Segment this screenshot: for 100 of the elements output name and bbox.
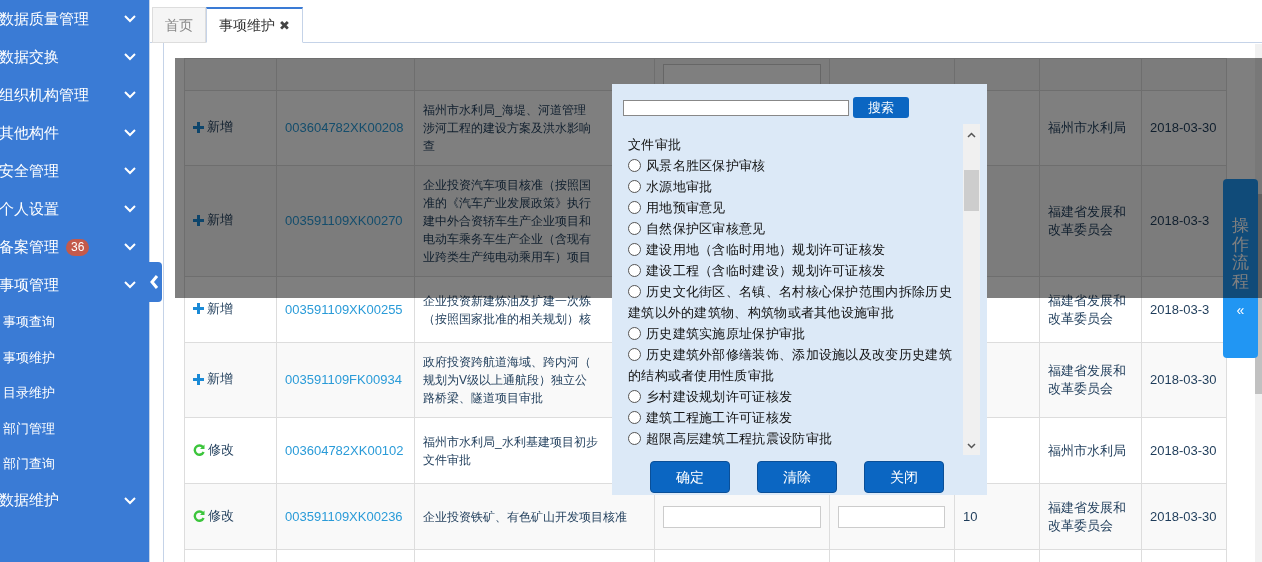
plus-icon bbox=[193, 373, 204, 385]
department-text: 福建省发展和 改革委员会 bbox=[1048, 203, 1127, 239]
chevron-left-icon bbox=[150, 275, 159, 289]
department-text: 福州市水利局 bbox=[1048, 119, 1127, 137]
radio-button[interactable] bbox=[628, 390, 641, 403]
action-link[interactable]: 新增 bbox=[193, 299, 233, 318]
department-text: 福建省发展和 改革委员会 bbox=[1048, 362, 1127, 398]
sidebar-item[interactable]: 其他构件 bbox=[0, 114, 149, 152]
chevron-icon bbox=[124, 15, 136, 23]
radio-option[interactable]: 乡村建设规划许可证核发 bbox=[628, 386, 959, 407]
radio-button[interactable] bbox=[628, 222, 641, 235]
date-text: 2018-03-30 bbox=[1150, 372, 1217, 387]
chevron-icon bbox=[124, 205, 136, 213]
sidebar-item[interactable]: 安全管理 bbox=[0, 152, 149, 190]
item-code-link[interactable]: 003591109XK00270 bbox=[285, 213, 403, 228]
radio-option[interactable]: 水源地审批 bbox=[628, 176, 959, 197]
radio-option[interactable]: 历史建筑外部修缮装饰、添加设施以及改变历史建筑的结构或者使用性质审批 bbox=[628, 344, 959, 386]
search-button[interactable]: 搜索 bbox=[853, 97, 909, 118]
radio-option[interactable]: 历史文化街区、名镇、名村核心保护范围内拆除历史建筑以外的建筑物、构筑物或者其他设施审批 bbox=[628, 281, 959, 323]
tab[interactable]: 首页 bbox=[152, 7, 206, 43]
sidebar-subitem[interactable]: 事项查询 bbox=[0, 304, 149, 340]
item-code-link[interactable]: 003591109FK00934 bbox=[285, 372, 402, 387]
radio-option[interactable]: 建筑工程施工许可证核发 bbox=[628, 407, 959, 428]
date-text: 2018-03-3 bbox=[1150, 213, 1210, 228]
sidebar-subitem[interactable]: 部门管理 bbox=[0, 410, 149, 446]
radio-button[interactable] bbox=[628, 180, 641, 193]
action-link[interactable]: 修改 bbox=[193, 440, 234, 459]
sidebar-item[interactable]: 组织机构管理 bbox=[0, 76, 149, 114]
sidebar-item[interactable]: 数据质量管理 bbox=[0, 0, 149, 38]
item-description: 福州市水利局_海堤、河道管理 涉河工程的建设方案及洪水影响 查 bbox=[423, 102, 591, 155]
chevron-icon bbox=[124, 129, 136, 137]
radio-button[interactable] bbox=[628, 411, 641, 424]
chevron-icon bbox=[124, 243, 136, 251]
sidebar-item[interactable]: 数据交换 bbox=[0, 38, 149, 76]
item-code-link[interactable]: 003604782XK00208 bbox=[285, 120, 404, 135]
option-text: 文件审批 bbox=[628, 136, 683, 154]
radio-option[interactable]: 风景名胜区保护审核 bbox=[628, 155, 959, 176]
dialog-button[interactable]: 关闭 bbox=[864, 461, 944, 493]
action-link[interactable]: 新增 bbox=[193, 370, 233, 389]
sidebar-item[interactable]: 个人设置 bbox=[0, 190, 149, 228]
sidebar-item[interactable]: 数据维护 bbox=[0, 481, 149, 520]
radio-option[interactable]: 历史建筑实施原址保护审批 bbox=[628, 323, 959, 344]
sidebar-item[interactable]: 事项管理 bbox=[0, 266, 149, 304]
scrollbar-thumb[interactable] bbox=[964, 170, 979, 211]
radio-button[interactable] bbox=[628, 348, 641, 361]
refresh-icon bbox=[193, 443, 205, 456]
input-field[interactable] bbox=[663, 505, 821, 528]
radio-button[interactable] bbox=[628, 159, 641, 172]
radio-option[interactable]: 建设用地（含临时用地）规划许可证核发 bbox=[628, 239, 959, 260]
date-text: 2018-03-3 bbox=[1150, 301, 1210, 317]
radio-button[interactable] bbox=[628, 264, 641, 277]
radio-option[interactable]: 用地预审意见 bbox=[628, 197, 959, 218]
date-text: 2018-03-30 bbox=[1150, 120, 1217, 135]
chevron-icon bbox=[124, 496, 136, 505]
plus-icon bbox=[193, 214, 204, 226]
side-tab-label: 操 作 流 程 bbox=[1232, 217, 1249, 292]
item-description: 福州市水利局_水利基建项目初步 文件审批 bbox=[423, 433, 598, 469]
sidebar-subitem[interactable]: 目录维护 bbox=[0, 375, 149, 411]
sidebar-item[interactable]: 备案管理 36 bbox=[0, 228, 149, 266]
action-link[interactable]: 新增 bbox=[193, 211, 233, 230]
search-field[interactable] bbox=[623, 99, 849, 116]
chevron-icon bbox=[124, 91, 136, 99]
radio-button[interactable] bbox=[628, 432, 641, 445]
chevron-icon bbox=[124, 53, 136, 61]
item-description: 政府投资跨航道海域、跨内河（ 规划为V级以上通航段）独立公 路桥梁、隧道项目审批 bbox=[423, 354, 591, 407]
plus-icon bbox=[193, 121, 204, 133]
radio-option[interactable]: 建设工程（含临时建设）规划许可证核发 bbox=[628, 260, 959, 281]
radio-option[interactable]: 超限高层建筑工程抗震设防审批 bbox=[628, 428, 959, 449]
item-description: 企业投资汽车项目核准（按照国 准的《汽车产业发展政策》执行 建中外合资轿车生产企业项目和 电动车乘务车生产企业（含现有 业跨类生产纯电动乘用车）项目 bbox=[423, 177, 591, 266]
dialog-button[interactable]: 确定 bbox=[650, 461, 730, 493]
count-text: 10 bbox=[963, 508, 978, 524]
chevron-icon bbox=[124, 167, 136, 175]
department-text: 福州市水利局 bbox=[1048, 441, 1127, 460]
radio-option[interactable]: 自然保护区审核意见 bbox=[628, 218, 959, 239]
input-field[interactable] bbox=[663, 63, 821, 86]
action-link[interactable]: 修改 bbox=[193, 506, 234, 525]
scrollbar[interactable] bbox=[963, 124, 980, 455]
item-description: 企业投资新建炼油及扩建一次炼 （按照国家批准的相关规划）核 bbox=[423, 292, 591, 328]
radio-button[interactable] bbox=[628, 243, 641, 256]
dialog-button[interactable]: 清除 bbox=[757, 461, 837, 493]
date-text: 2018-03-30 bbox=[1150, 508, 1217, 524]
sidebar-subitem[interactable]: 部门查询 bbox=[0, 446, 149, 482]
department-text: 福建省发展和 改革委员会 bbox=[1048, 498, 1127, 535]
tab[interactable]: 事项维护 ✖ bbox=[206, 7, 303, 43]
radio-button[interactable] bbox=[628, 285, 641, 298]
plus-icon bbox=[193, 303, 204, 315]
side-tab[interactable]: 操 作 流 程 « bbox=[1223, 179, 1258, 358]
input-field[interactable] bbox=[838, 505, 945, 528]
action-link[interactable]: 新增 bbox=[193, 118, 233, 137]
chevron-icon bbox=[124, 281, 136, 289]
count-badge: 36 bbox=[66, 238, 90, 256]
item-description: 企业投资铁矿、有色矿山开发项目核准 bbox=[423, 508, 627, 526]
radio-button[interactable] bbox=[628, 201, 641, 214]
collapse-handle[interactable] bbox=[147, 262, 162, 302]
radio-button[interactable] bbox=[628, 327, 641, 340]
sidebar-subitem[interactable]: 事项维护 bbox=[0, 339, 149, 375]
refresh-icon bbox=[193, 509, 205, 522]
close-icon[interactable]: ✖ bbox=[279, 15, 290, 36]
date-text: 2018-03-30 bbox=[1150, 442, 1217, 458]
side-tab-arrow: « bbox=[1236, 300, 1245, 320]
